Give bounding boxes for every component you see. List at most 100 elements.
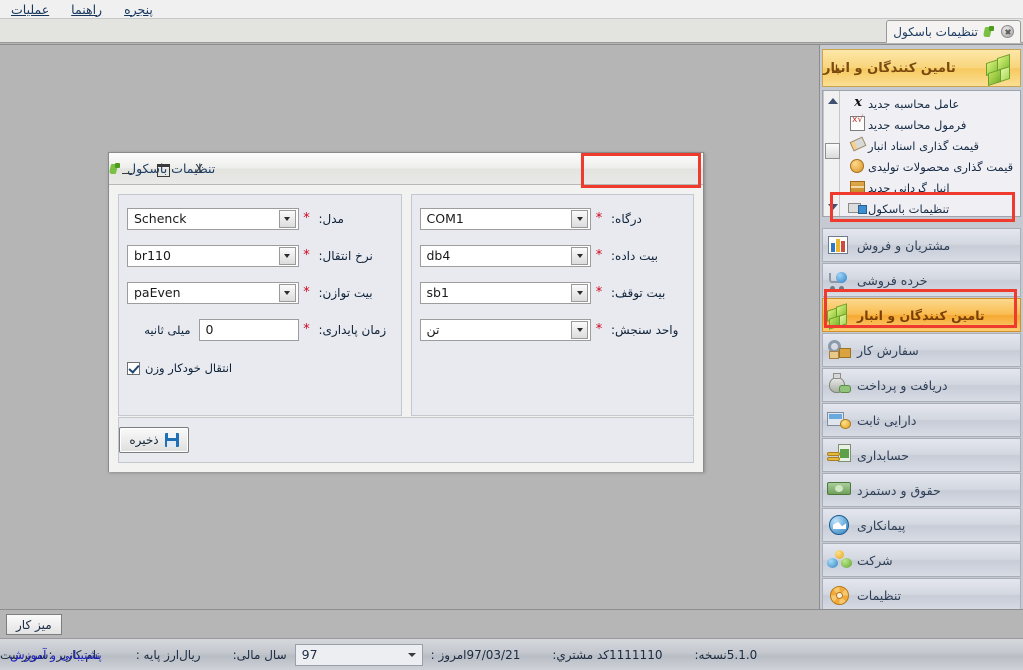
close-icon[interactable] [1001, 25, 1014, 38]
parity-bit-combobox[interactable]: paEven [127, 282, 299, 304]
sidebar-item-company[interactable]: شرکت [822, 543, 1021, 577]
tab-scale-settings[interactable]: تنظیمات باسکول [886, 20, 1021, 43]
chevron-down-icon[interactable] [571, 247, 588, 265]
baud-rate-combobox[interactable]: br110 [127, 245, 299, 267]
sidebar-item-receipts-payments[interactable]: دریافت و پرداخت [822, 368, 1021, 402]
fiscal-year-value: 97 [302, 647, 318, 662]
chevron-down-icon[interactable] [571, 210, 588, 228]
currency-label: ارز پایه : [136, 648, 179, 662]
today-value: 97/03/21 [466, 648, 526, 662]
sidebar-item-label: عامل محاسبه جدید [868, 97, 963, 111]
sidebar-item-retail[interactable]: خرده فروشی [822, 263, 1021, 297]
work-order-icon [823, 336, 857, 364]
minimize-button[interactable] [119, 161, 135, 177]
data-bit-value: db4 [421, 248, 571, 263]
chevron-down-icon[interactable] [279, 284, 296, 302]
required-marker: * [591, 249, 607, 262]
sidebar-scrollbar[interactable] [823, 91, 840, 216]
scrollbar-thumb[interactable] [825, 143, 840, 159]
stability-time-input[interactable]: 0 [199, 319, 299, 341]
field-row-data-bit: بیت داده: * db4 [420, 244, 686, 267]
model-combobox[interactable]: Schenck [127, 208, 299, 230]
navigation-sidebar: تامین کنندگان و انبار ⊥ x عامل محاسبه جد… [820, 44, 1023, 609]
parity-bit-label: بیت توازن: [315, 286, 393, 300]
status-fiscal-year: سال مالی: [233, 648, 287, 662]
scroll-down-icon[interactable] [825, 199, 840, 214]
sidebar-item-new-calc-formula[interactable]: فرمول محاسبه جدید [844, 114, 1020, 135]
desktop-taskbar-button[interactable]: میز کار [6, 614, 62, 635]
data-bit-combobox[interactable]: db4 [420, 245, 592, 267]
sidebar-item-new-calc-factor[interactable]: x عامل محاسبه جدید [844, 93, 1020, 114]
formula-icon [846, 115, 868, 134]
menu-operations[interactable]: عملیات [0, 1, 60, 18]
fiscal-year-label: سال مالی: [233, 648, 287, 662]
sidebar-item-payroll[interactable]: حقوق و دستمزد [822, 473, 1021, 507]
support-link[interactable]: پشتیبانی و آموزش [10, 648, 102, 662]
status-bar: نام کاربر :سرپرست ارز پایه : ریال سال ما… [0, 638, 1023, 670]
field-row-parity-bit: بیت توازن: * paEven [127, 281, 393, 304]
sidebar-nav-list: مشتریان و فروش خرده فروشی تامین کنندگان … [822, 228, 1021, 612]
menu-help[interactable]: راهنما [60, 1, 113, 18]
menu-window[interactable]: پنجره [113, 1, 164, 18]
chevron-down-icon[interactable] [571, 321, 588, 339]
sidebar-item-scale-settings[interactable]: تنظیمات باسکول [844, 198, 1020, 217]
coin-icon [846, 157, 868, 176]
model-label: مدل: [315, 212, 393, 226]
maximize-button[interactable] [155, 161, 171, 177]
sidebar-item-settings[interactable]: تنظیمات [822, 578, 1021, 612]
sidebar-nav-label: حقوق و دستمزد [857, 483, 949, 498]
scroll-up-icon[interactable] [825, 93, 840, 108]
port-value: COM1 [421, 211, 571, 226]
chevron-down-icon[interactable] [279, 210, 296, 228]
stability-time-label: زمان پایداری: [315, 323, 393, 337]
field-row-stability-time: زمان پایداری: * 0 میلی ثانیه [127, 318, 393, 341]
sidebar-item-contracting[interactable]: پیمانکاری [822, 508, 1021, 542]
pin-icon[interactable]: ⊥ [831, 62, 842, 76]
status-customer-code: کد مشتري: 1111110 [552, 648, 668, 662]
sidebar-nav-label: تامین کنندگان و انبار [857, 308, 993, 323]
sidebar-item-label: قیمت گذاری محصولات تولیدی [868, 160, 1017, 174]
truck-icon [846, 199, 868, 217]
gear-icon [823, 581, 857, 609]
sidebar-splitter[interactable]: ••••• [820, 217, 1023, 228]
required-marker: * [299, 212, 315, 225]
sidebar-item-warehouse-doc-pricing[interactable]: قیمت گذاری اسناد انبار [844, 135, 1020, 156]
port-combobox[interactable]: COM1 [420, 208, 592, 230]
required-marker: * [591, 286, 607, 299]
stop-bit-combobox[interactable]: sb1 [420, 282, 592, 304]
scale-settings-dialog: تنظیمات باسکول X درگاه: * COM1 [108, 152, 704, 472]
required-marker: * [299, 323, 315, 336]
sidebar-header-title: تامین کنندگان و انبار [823, 61, 994, 76]
stop-bit-value: sb1 [421, 285, 571, 300]
sidebar-nav-label: مشتریان و فروش [857, 238, 958, 253]
baud-rate-value: br110 [128, 248, 278, 263]
auto-weight-transfer-checkbox[interactable] [127, 362, 140, 375]
chevron-down-icon[interactable] [279, 247, 296, 265]
sidebar-item-work-order[interactable]: سفارش کار [822, 333, 1021, 367]
sidebar-item-accounting[interactable]: حسابداری [822, 438, 1021, 472]
menu-bar: عملیات راهنما پنجره [0, 0, 1023, 19]
field-row-measure-unit: واحد سنجش: * تن [420, 318, 686, 341]
sidebar-item-customers-sales[interactable]: مشتریان و فروش [822, 228, 1021, 262]
pencil-icon [846, 136, 868, 155]
sidebar-action-list: x عامل محاسبه جدید فرمول محاسبه جدید قیم… [822, 90, 1021, 217]
close-button[interactable]: X [191, 161, 207, 177]
save-button[interactable]: ذخیره [119, 427, 189, 453]
sidebar-item-suppliers-warehouse[interactable]: تامین کنندگان و انبار [822, 298, 1021, 332]
field-row-baud-rate: نرخ انتقال: * br110 [127, 244, 393, 267]
sidebar-nav-label: شرکت [857, 553, 901, 568]
sidebar-item-product-pricing[interactable]: قیمت گذاری محصولات تولیدی [844, 156, 1020, 177]
customer-code-value: 1111110 [609, 648, 668, 662]
measure-unit-combobox[interactable]: تن [420, 319, 592, 341]
fiscal-year-select[interactable]: 97 [295, 644, 423, 666]
tab-label: تنظیمات باسکول [893, 25, 978, 39]
sidebar-action-list-inner: x عامل محاسبه جدید فرمول محاسبه جدید قیم… [844, 91, 1020, 216]
window-controls: X [119, 153, 207, 185]
data-bit-label: بیت داده: [607, 249, 685, 263]
sidebar-item-fixed-assets[interactable]: دارایی ثابت [822, 403, 1021, 437]
chevron-down-icon[interactable] [571, 284, 588, 302]
money-bag-icon [823, 371, 857, 399]
sidebar-item-label: فرمول محاسبه جدید [868, 118, 970, 132]
sidebar-item-new-stocktaking[interactable]: انبار گردانی جدید [844, 177, 1020, 198]
scale-icon [983, 26, 996, 38]
